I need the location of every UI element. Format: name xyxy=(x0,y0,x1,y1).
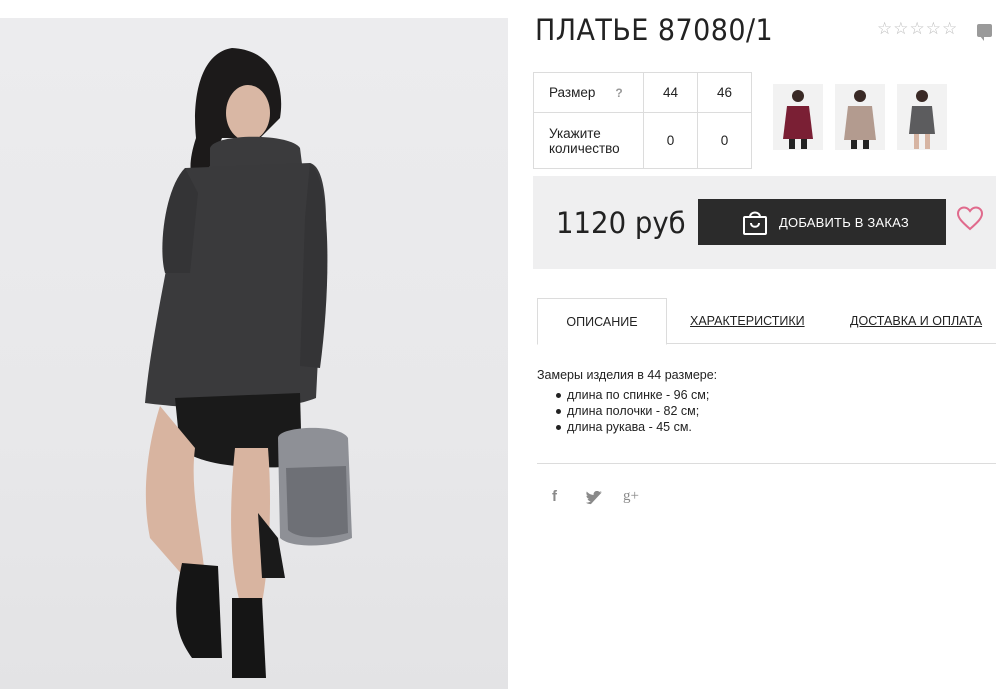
quantity-row: Укажите количество 0 0 xyxy=(533,112,752,169)
add-to-order-button[interactable]: ДОБАВИТЬ В ЗАКАЗ xyxy=(698,199,946,245)
purchase-panel: 1120 руб ДОБАВИТЬ В ЗАКАЗ xyxy=(533,176,996,269)
description-list: длина по спинке - 96 см; длина полочки -… xyxy=(555,388,710,436)
star-icon[interactable]: ☆ xyxy=(893,20,908,37)
model-photo-illustration xyxy=(145,48,352,678)
rating-stars[interactable]: ☆ ☆ ☆ ☆ ☆ xyxy=(877,20,957,37)
divider xyxy=(537,463,996,464)
quantity-label-line2: количество xyxy=(549,140,620,156)
thumbnail-beige[interactable] xyxy=(835,84,885,150)
size-help-icon[interactable]: ? xyxy=(615,86,622,100)
list-item: длина рукава - 45 см. xyxy=(555,420,709,436)
star-icon[interactable]: ☆ xyxy=(926,20,941,37)
size-label: Размер xyxy=(549,85,596,100)
size-label-cell: Размер? xyxy=(533,72,644,113)
quantity-input-46[interactable]: 0 xyxy=(697,112,752,169)
google-plus-icon[interactable]: g+ xyxy=(623,488,639,505)
heart-icon[interactable] xyxy=(956,206,984,231)
comment-icon[interactable] xyxy=(977,24,992,41)
size-quantity-table: Размер? 44 46 Укажите количество 0 0 xyxy=(533,72,752,169)
product-price: 1120 руб xyxy=(556,206,686,240)
thumbnail-grey[interactable] xyxy=(897,84,947,150)
product-main-image[interactable] xyxy=(0,18,508,689)
star-icon[interactable]: ☆ xyxy=(910,20,925,37)
size-option-46[interactable]: 46 xyxy=(697,72,752,113)
tab-delivery-payment[interactable]: ДОСТАВКА И ОПЛАТА xyxy=(850,298,982,344)
list-item: длина по спинке - 96 см; xyxy=(555,388,710,402)
thumbnail-image xyxy=(835,84,885,150)
size-option-44[interactable]: 44 xyxy=(643,72,698,113)
star-icon[interactable]: ☆ xyxy=(942,20,957,37)
tab-characteristics[interactable]: ХАРАКТЕРИСТИКИ xyxy=(690,298,805,344)
product-thumbnails xyxy=(773,84,947,150)
description-intro: Замеры изделия в 44 размере: xyxy=(537,368,718,382)
list-item: длина полочки - 82 см; xyxy=(555,404,709,420)
star-icon[interactable]: ☆ xyxy=(877,20,892,37)
quantity-label-cell: Укажите количество xyxy=(533,112,644,169)
thumbnail-image xyxy=(897,84,947,150)
quantity-input-44[interactable]: 0 xyxy=(643,112,698,169)
size-row: Размер? 44 46 xyxy=(533,72,752,113)
tab-description[interactable]: ОПИСАНИЕ xyxy=(537,298,667,345)
thumbnail-image xyxy=(773,84,823,150)
product-tabs: ОПИСАНИЕ ХАРАКТЕРИСТИКИ ДОСТАВКА И ОПЛАТ… xyxy=(537,298,996,345)
product-title: ПЛАТЬЕ 87080/1 xyxy=(535,13,774,47)
twitter-icon[interactable] xyxy=(586,491,602,505)
shopping-bag-icon xyxy=(743,211,767,235)
facebook-icon[interactable]: f xyxy=(552,488,557,505)
quantity-label-line1: Укажите xyxy=(549,125,601,141)
thumbnail-burgundy[interactable] xyxy=(773,84,823,150)
add-to-order-label: ДОБАВИТЬ В ЗАКАЗ xyxy=(779,215,909,230)
